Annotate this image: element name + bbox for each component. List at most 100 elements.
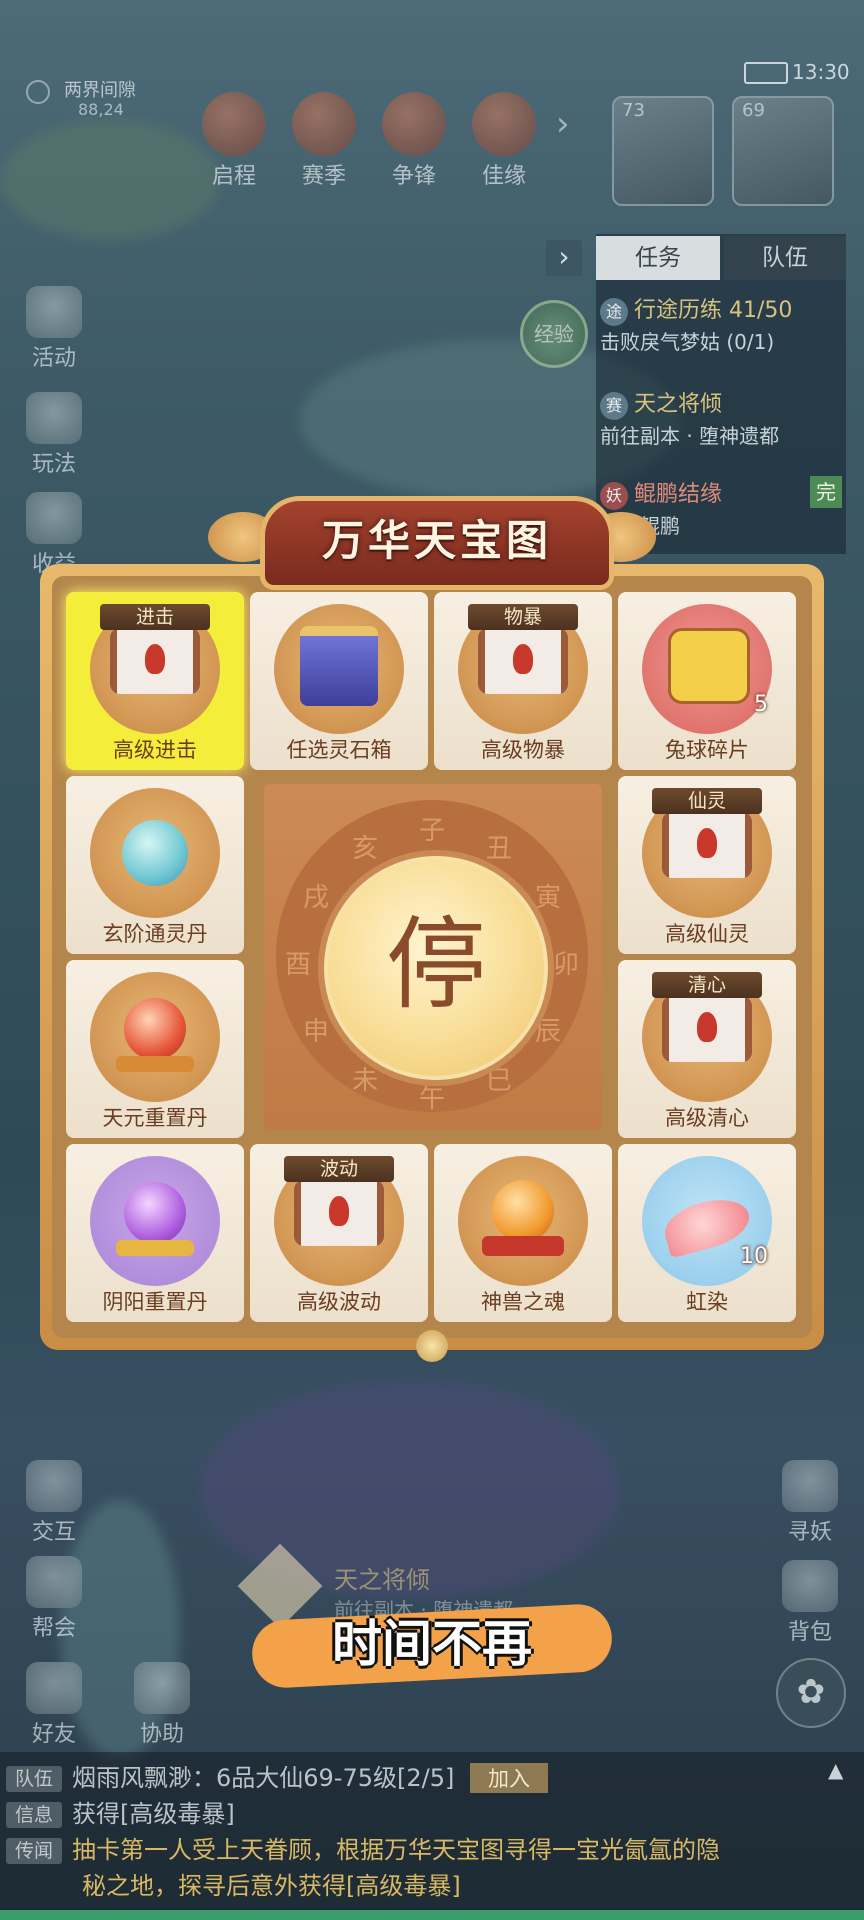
- exp-badge[interactable]: 经验: [520, 300, 588, 368]
- player-portrait[interactable]: 69: [732, 96, 834, 206]
- reward-cell[interactable]: 波动 高级波动: [250, 1144, 428, 1322]
- zodiac-char: 寅: [534, 883, 561, 913]
- item-name: 任选灵石箱: [286, 738, 392, 762]
- flame-icon: [329, 1196, 349, 1226]
- item-name: 高级波动: [297, 1290, 381, 1314]
- reward-cell[interactable]: 10 虹染: [618, 1144, 796, 1322]
- frame-bottom-ornament: [416, 1330, 448, 1362]
- item-name: 神兽之魂: [481, 1290, 565, 1314]
- chat-line: 队伍 烟雨风飘渺：6品大仙69-75级[2/5] 加入: [6, 1758, 548, 1793]
- gameplay-button[interactable]: 玩法: [14, 392, 94, 478]
- scroll-icon: [662, 812, 752, 878]
- reward-cell[interactable]: 5 兔球碎片: [618, 592, 796, 770]
- bag-label: 背包: [787, 1620, 832, 1645]
- expand-chat-icon[interactable]: ▲: [828, 1758, 843, 1782]
- top-menu-season[interactable]: 赛季: [282, 92, 366, 189]
- chat-line: 传闻 抽卡第一人受上天眷顾，根据万华天宝图寻得一宝光氤氲的隐: [6, 1830, 720, 1865]
- quest-desc: 击败戾气梦姑 (0/1): [600, 330, 775, 354]
- interact-button[interactable]: 交互: [14, 1460, 94, 1546]
- assist-button[interactable]: 协助: [122, 1662, 202, 1748]
- bag-button[interactable]: 背包: [770, 1560, 850, 1646]
- reward-cell[interactable]: 任选灵石箱: [250, 592, 428, 770]
- quest-desc: 前往副本 · 堕神遗都: [600, 424, 780, 448]
- stop-button[interactable]: 停: [324, 856, 548, 1080]
- flower-menu-icon[interactable]: ✿: [776, 1658, 846, 1728]
- top-menu-label: 争锋: [391, 164, 436, 189]
- scroll-icon: [110, 628, 200, 694]
- portrait-level: 73: [622, 100, 645, 121]
- gift-box-icon: [300, 626, 378, 706]
- reward-cell[interactable]: 天元重置丹: [66, 960, 244, 1138]
- reward-cell[interactable]: 物暴 高级物暴: [434, 592, 612, 770]
- tab-tasks[interactable]: 任务: [596, 236, 720, 280]
- guild-icon: [26, 1556, 82, 1608]
- purple-orb-icon: [124, 1182, 186, 1244]
- item-name: 高级进击: [113, 738, 197, 762]
- friends-icon: [26, 1662, 82, 1714]
- top-menu-qicheng[interactable]: 启程: [192, 92, 276, 189]
- item-name: 高级清心: [665, 1106, 749, 1130]
- seek-demon-icon: [782, 1460, 838, 1512]
- zodiac-char: 午: [418, 1084, 445, 1114]
- chat-channel: 传闻: [6, 1838, 62, 1864]
- spirit-orb-icon: [122, 820, 188, 886]
- tab-team[interactable]: 队伍: [724, 236, 846, 280]
- bag-icon: [782, 1560, 838, 1612]
- item-tag: 清心: [652, 972, 762, 998]
- pet-portrait[interactable]: 73: [612, 96, 714, 206]
- scroll-icon: [202, 92, 266, 156]
- activity-button[interactable]: 活动: [14, 286, 94, 372]
- beast-soul-orb-icon: [492, 1180, 554, 1242]
- reward-cell[interactable]: 进击 高级进击: [66, 592, 244, 770]
- battery-icon: [744, 62, 788, 84]
- item-tag: 波动: [284, 1156, 394, 1182]
- gift-icon: [26, 286, 82, 338]
- flame-icon: [697, 1012, 717, 1042]
- reward-cell[interactable]: 神兽之魂: [434, 1144, 612, 1322]
- assist-label: 协助: [139, 1722, 184, 1747]
- assist-icon: [134, 1662, 190, 1714]
- quest-badge: 赛: [600, 392, 628, 420]
- reward-cell[interactable]: 仙灵 高级仙灵: [618, 776, 796, 954]
- guild-label: 帮会: [31, 1616, 76, 1641]
- reward-cell[interactable]: 阴阳重置丹: [66, 1144, 244, 1322]
- scroll-icon: [662, 996, 752, 1062]
- top-menu-zhengfeng[interactable]: 争锋: [372, 92, 456, 189]
- location-coords: 88,24: [78, 100, 124, 119]
- background-foliage: [0, 120, 220, 240]
- chevron-right-icon[interactable]: ›: [556, 104, 570, 144]
- friends-button[interactable]: 好友: [14, 1662, 94, 1748]
- flame-icon: [145, 644, 165, 674]
- scroll-icon: [294, 1180, 384, 1246]
- zodiac-char: 未: [351, 1066, 378, 1096]
- top-menu-jiayuan[interactable]: 佳缘: [462, 92, 546, 189]
- seek-demon-button[interactable]: 寻妖: [770, 1460, 850, 1546]
- reward-cell[interactable]: 清心 高级清心: [618, 960, 796, 1138]
- join-button[interactable]: 加入: [470, 1763, 548, 1793]
- reward-cell[interactable]: 玄阶通灵丹: [66, 776, 244, 954]
- collapse-panel-button[interactable]: ›: [546, 240, 582, 276]
- zodiac-char: 辰: [534, 1017, 561, 1047]
- gameplay-label: 玩法: [31, 452, 76, 477]
- item-name: 高级仙灵: [665, 922, 749, 946]
- item-name: 阴阳重置丹: [102, 1290, 208, 1314]
- zodiac-char: 子: [418, 816, 445, 846]
- chat-text: 抽卡第一人受上天眷顾，根据万华天宝图寻得一宝光氤氲的隐: [72, 1836, 720, 1864]
- quest-badge: 途: [600, 298, 628, 326]
- quest-item[interactable]: 赛天之将倾 前往副本 · 堕神遗都: [600, 386, 840, 449]
- portrait-level: 69: [742, 100, 765, 121]
- compass-icon: [26, 80, 50, 104]
- item-count: 5: [754, 692, 768, 717]
- seek-demon-label: 寻妖: [787, 1520, 832, 1545]
- bottom-bar: [0, 1910, 864, 1920]
- tracker-title[interactable]: 天之将倾: [334, 1560, 430, 1595]
- item-tag: 进击: [100, 604, 210, 630]
- item-count: 10: [740, 1244, 768, 1269]
- red-orb-icon: [124, 998, 186, 1060]
- chat-line-continued: 秘之地，探寻后意外获得[高级毒暴]: [82, 1872, 461, 1900]
- quest-item[interactable]: 途行途历练 41/50 击败戾气梦姑 (0/1): [600, 292, 840, 355]
- quest-complete-badge: 完: [810, 476, 842, 508]
- guild-button[interactable]: 帮会: [14, 1556, 94, 1642]
- chat-text: 获得[高级毒暴]: [72, 1800, 235, 1828]
- flame-icon: [697, 828, 717, 858]
